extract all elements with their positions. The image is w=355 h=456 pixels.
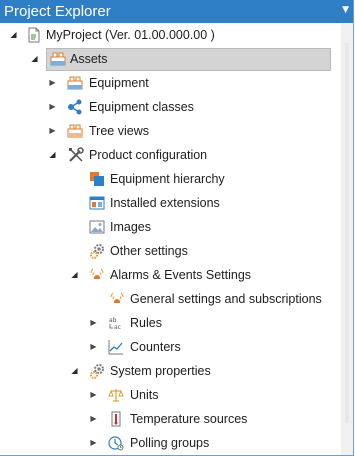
balance-scale-icon [108,387,124,403]
tree-item-label: Installed extensions [110,196,220,210]
alarm-icon [89,267,105,283]
panel-title: Project Explorer [4,3,111,20]
expand-arrow-icon[interactable]: ▶ [89,318,98,327]
scrollbar-thumb[interactable] [345,43,349,423]
tree-item-equipment-hierarchy[interactable]: Equipment hierarchy [0,167,340,191]
tree-item-label: MyProject (Ver. 01.00.000.00 ) [46,28,215,42]
expand-arrow-icon[interactable]: ▶ [89,414,98,423]
tree-item-product-configuration[interactable]: ◢ Product configuration [0,143,340,167]
gear-icon [89,363,105,379]
tree-item-equipment-classes[interactable]: ▶ Equipment classes [0,95,340,119]
tree-item-rules[interactable]: ▶ ab ac Rules [0,311,340,335]
collapse-arrow-icon[interactable]: ◢ [48,150,57,159]
equipment-icon [67,75,83,91]
tools-icon [68,147,84,163]
expand-arrow-icon[interactable]: ▶ [48,102,57,111]
expand-arrow-icon[interactable]: ▶ [48,78,57,87]
tree-item-images[interactable]: Images [0,215,340,239]
expand-arrow-icon[interactable]: ▶ [89,438,98,447]
rules-icon: ab ac [108,315,124,331]
tree-item-label: Counters [130,340,181,354]
tree-item-label: Alarms & Events Settings [110,268,252,282]
image-icon [89,219,105,235]
tree-item-other-settings[interactable]: Other settings [0,239,340,263]
expand-arrow-icon[interactable]: ▶ [89,342,98,351]
tree-item-system-properties[interactable]: ◢ System properties [0,359,340,383]
extensions-icon [89,195,105,211]
tree-item-tree-views[interactable]: ▶ Tree views [0,119,340,143]
tree-item-label: Equipment classes [89,100,194,114]
tree-item-label: Equipment [89,76,149,90]
svg-text:ac: ac [114,324,121,331]
gear-icon [89,243,105,259]
tree-item-label: General settings and subscriptions [130,292,322,306]
equipment-hierarchy-icon [89,171,105,187]
tree-item-installed-extensions[interactable]: Installed extensions [0,191,340,215]
expand-arrow-icon[interactable]: ▶ [89,390,98,399]
tree-item-label: Units [130,388,159,402]
dropdown-arrow-icon[interactable]: ▼ [342,5,349,15]
collapse-arrow-icon[interactable]: ◢ [70,366,79,375]
tree-item-label: Product configuration [89,148,208,162]
tree-item-label: Images [110,220,151,234]
tree-item-units[interactable]: ▶ Units [0,383,340,407]
tree-item-label: Equipment hierarchy [110,172,225,186]
tree-views-icon [67,123,83,139]
expand-arrow-icon[interactable]: ▶ [48,126,57,135]
polling-clock-icon [108,435,124,451]
vertical-scrollbar[interactable] [341,23,353,455]
svg-text:ab: ab [109,317,117,324]
collapse-arrow-icon[interactable]: ◢ [30,54,39,63]
tree-item-temperature-sources[interactable]: ▶ Temperature sources [0,407,340,431]
line-chart-icon [108,339,124,355]
project-tree: ◢ MyProject (Ver. 01.00.000.00 ) ◢ Asset… [0,23,340,455]
assets-icon [50,51,66,67]
tree-item-polling-groups[interactable]: ▶ Polling groups [0,431,340,455]
tree-item-project[interactable]: ◢ MyProject (Ver. 01.00.000.00 ) [0,23,340,47]
collapse-arrow-icon[interactable]: ◢ [70,270,79,279]
alarm-icon [109,291,125,307]
tree-item-alarms-events-settings[interactable]: ◢ Alarms & Events Settings [0,263,340,287]
tree-item-label: System properties [110,364,211,378]
tree-item-counters[interactable]: ▶ Counters [0,335,340,359]
tree-item-label: Temperature sources [130,412,248,426]
tree-item-general-settings-subscriptions[interactable]: General settings and subscriptions [0,287,340,311]
project-explorer-panel: Project Explorer ▼ ◢ MyProject (Ver. 01.… [0,0,354,456]
tree-item-label: Rules [130,316,162,330]
tree-item-label: Polling groups [130,436,210,450]
tree-item-label: Other settings [110,244,188,258]
thermometer-icon [108,411,124,427]
tree-item-equipment[interactable]: ▶ Equipment [0,71,340,95]
tree-item-label: Tree views [89,124,149,138]
collapse-arrow-icon[interactable]: ◢ [9,30,18,39]
tree-item-label: Assets [70,52,108,66]
panel-titlebar: Project Explorer ▼ [0,0,353,23]
project-document-icon [26,27,42,43]
share-nodes-icon [67,99,83,115]
tree-item-assets[interactable]: ◢ Assets [0,47,340,71]
